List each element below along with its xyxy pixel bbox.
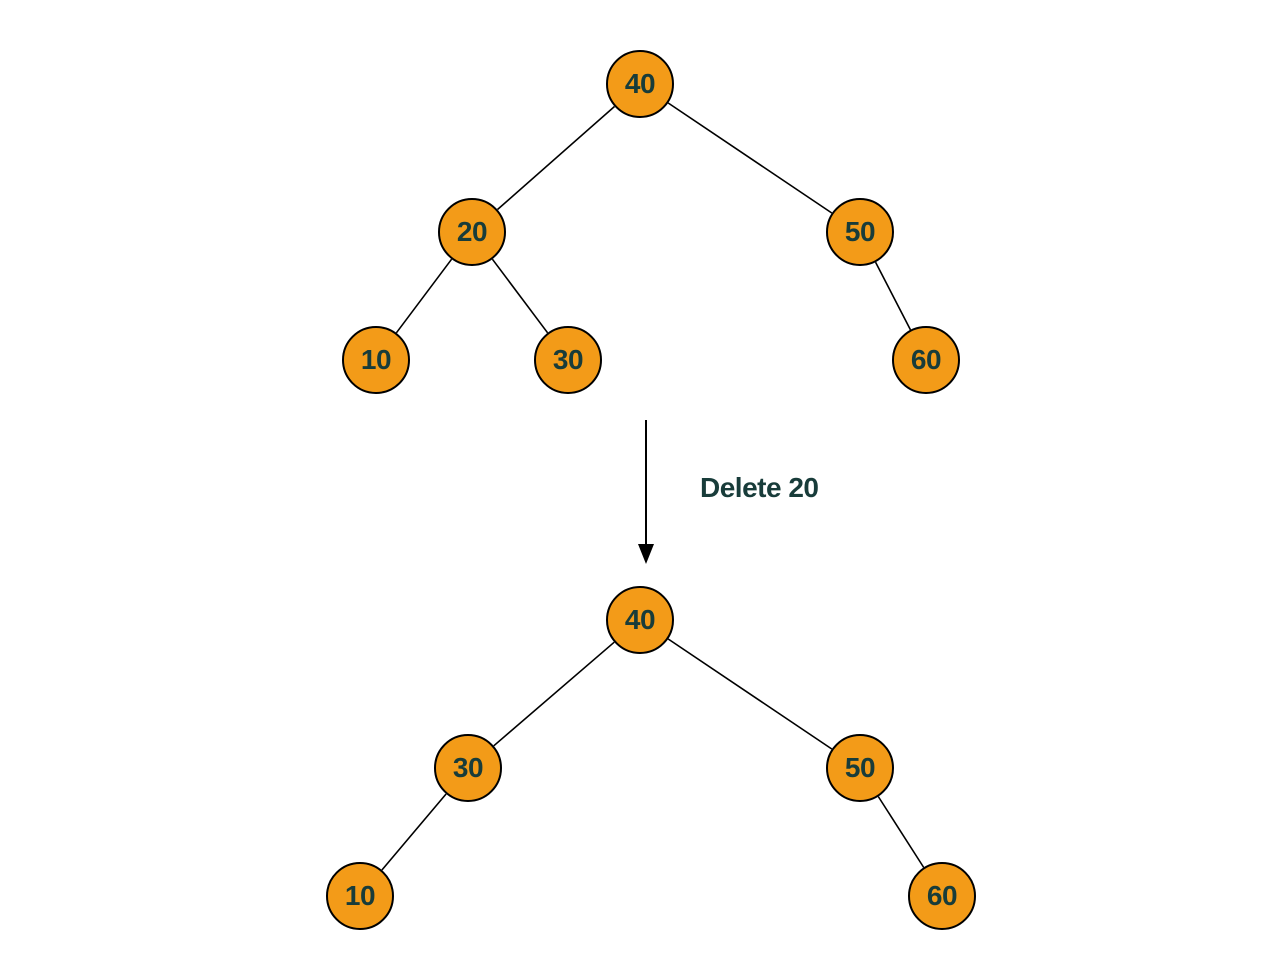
tree-after-node-50: 50 bbox=[826, 734, 894, 802]
tree-before-node-20: 20 bbox=[438, 198, 506, 266]
edges-layer bbox=[0, 0, 1280, 960]
tree-before-node-50: 50 bbox=[826, 198, 894, 266]
tree-after-node-10: 10 bbox=[326, 862, 394, 930]
diagram-stage: 40 20 50 10 30 60 40 30 50 10 60 Delete … bbox=[0, 0, 1280, 960]
tree-before-node-30: 30 bbox=[534, 326, 602, 394]
tree-after-node-30: 30 bbox=[434, 734, 502, 802]
tree-after-node-40: 40 bbox=[606, 586, 674, 654]
tree-before-node-60: 60 bbox=[892, 326, 960, 394]
operation-label: Delete 20 bbox=[700, 472, 818, 504]
tree-before-node-40: 40 bbox=[606, 50, 674, 118]
tree-before-node-10: 10 bbox=[342, 326, 410, 394]
tree-after-node-60: 60 bbox=[908, 862, 976, 930]
